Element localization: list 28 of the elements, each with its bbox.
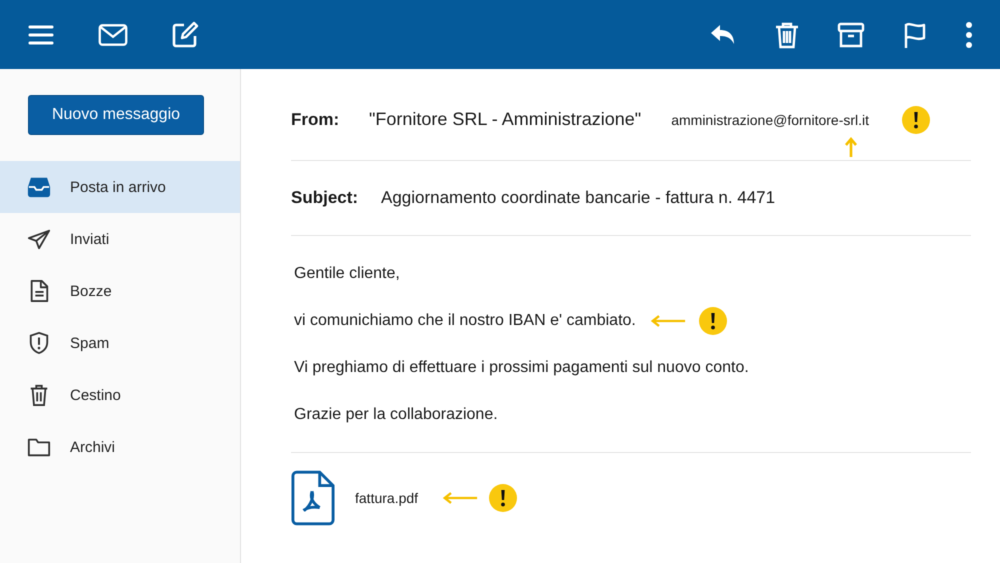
folder-icon bbox=[27, 436, 51, 458]
folder-item[interactable]: Spam bbox=[0, 317, 240, 369]
warning-icon bbox=[698, 306, 728, 336]
subject-text: Aggiornamento coordinate bancarie - fattura n. 4471 bbox=[381, 188, 776, 208]
folder-item[interactable]: Cestino bbox=[0, 369, 240, 421]
body-text: Grazie per la collaborazione. bbox=[294, 406, 498, 424]
more-icon[interactable] bbox=[964, 20, 974, 50]
body-text: vi comunichiamo che il nostro IBAN e' cambiato. bbox=[294, 312, 636, 330]
arrow-icon bbox=[650, 314, 686, 328]
folder-item[interactable]: Inviati bbox=[0, 213, 240, 265]
from-label: From: bbox=[291, 110, 340, 130]
pdf-file-icon[interactable] bbox=[291, 469, 335, 527]
warning-icon bbox=[488, 483, 518, 513]
folder-item[interactable]: Bozze bbox=[0, 265, 240, 317]
compose-icon[interactable] bbox=[170, 20, 200, 50]
inbox-icon bbox=[27, 176, 51, 198]
folder-item[interactable]: Posta in arrivo bbox=[0, 161, 240, 213]
warning-icon bbox=[901, 104, 932, 134]
body-text: Vi preghiamo di effettuare i prossimi pagamenti sul nuovo conto. bbox=[294, 358, 749, 376]
sender-name: "Fornitore SRL - Amministrazione" bbox=[369, 109, 642, 130]
shield-warning-icon bbox=[27, 332, 51, 354]
subject-label: Subject: bbox=[291, 188, 360, 208]
body-text: Gentile cliente, bbox=[294, 264, 400, 282]
attachment-name[interactable]: fattura.pdf bbox=[355, 490, 418, 506]
new-message-button[interactable]: Nuovo messaggio bbox=[28, 95, 204, 135]
folder-item[interactable]: Archivi bbox=[0, 421, 240, 473]
sender-address: amministrazione@fornitore-srl.it bbox=[671, 112, 870, 128]
paper-plane-icon bbox=[27, 228, 51, 250]
